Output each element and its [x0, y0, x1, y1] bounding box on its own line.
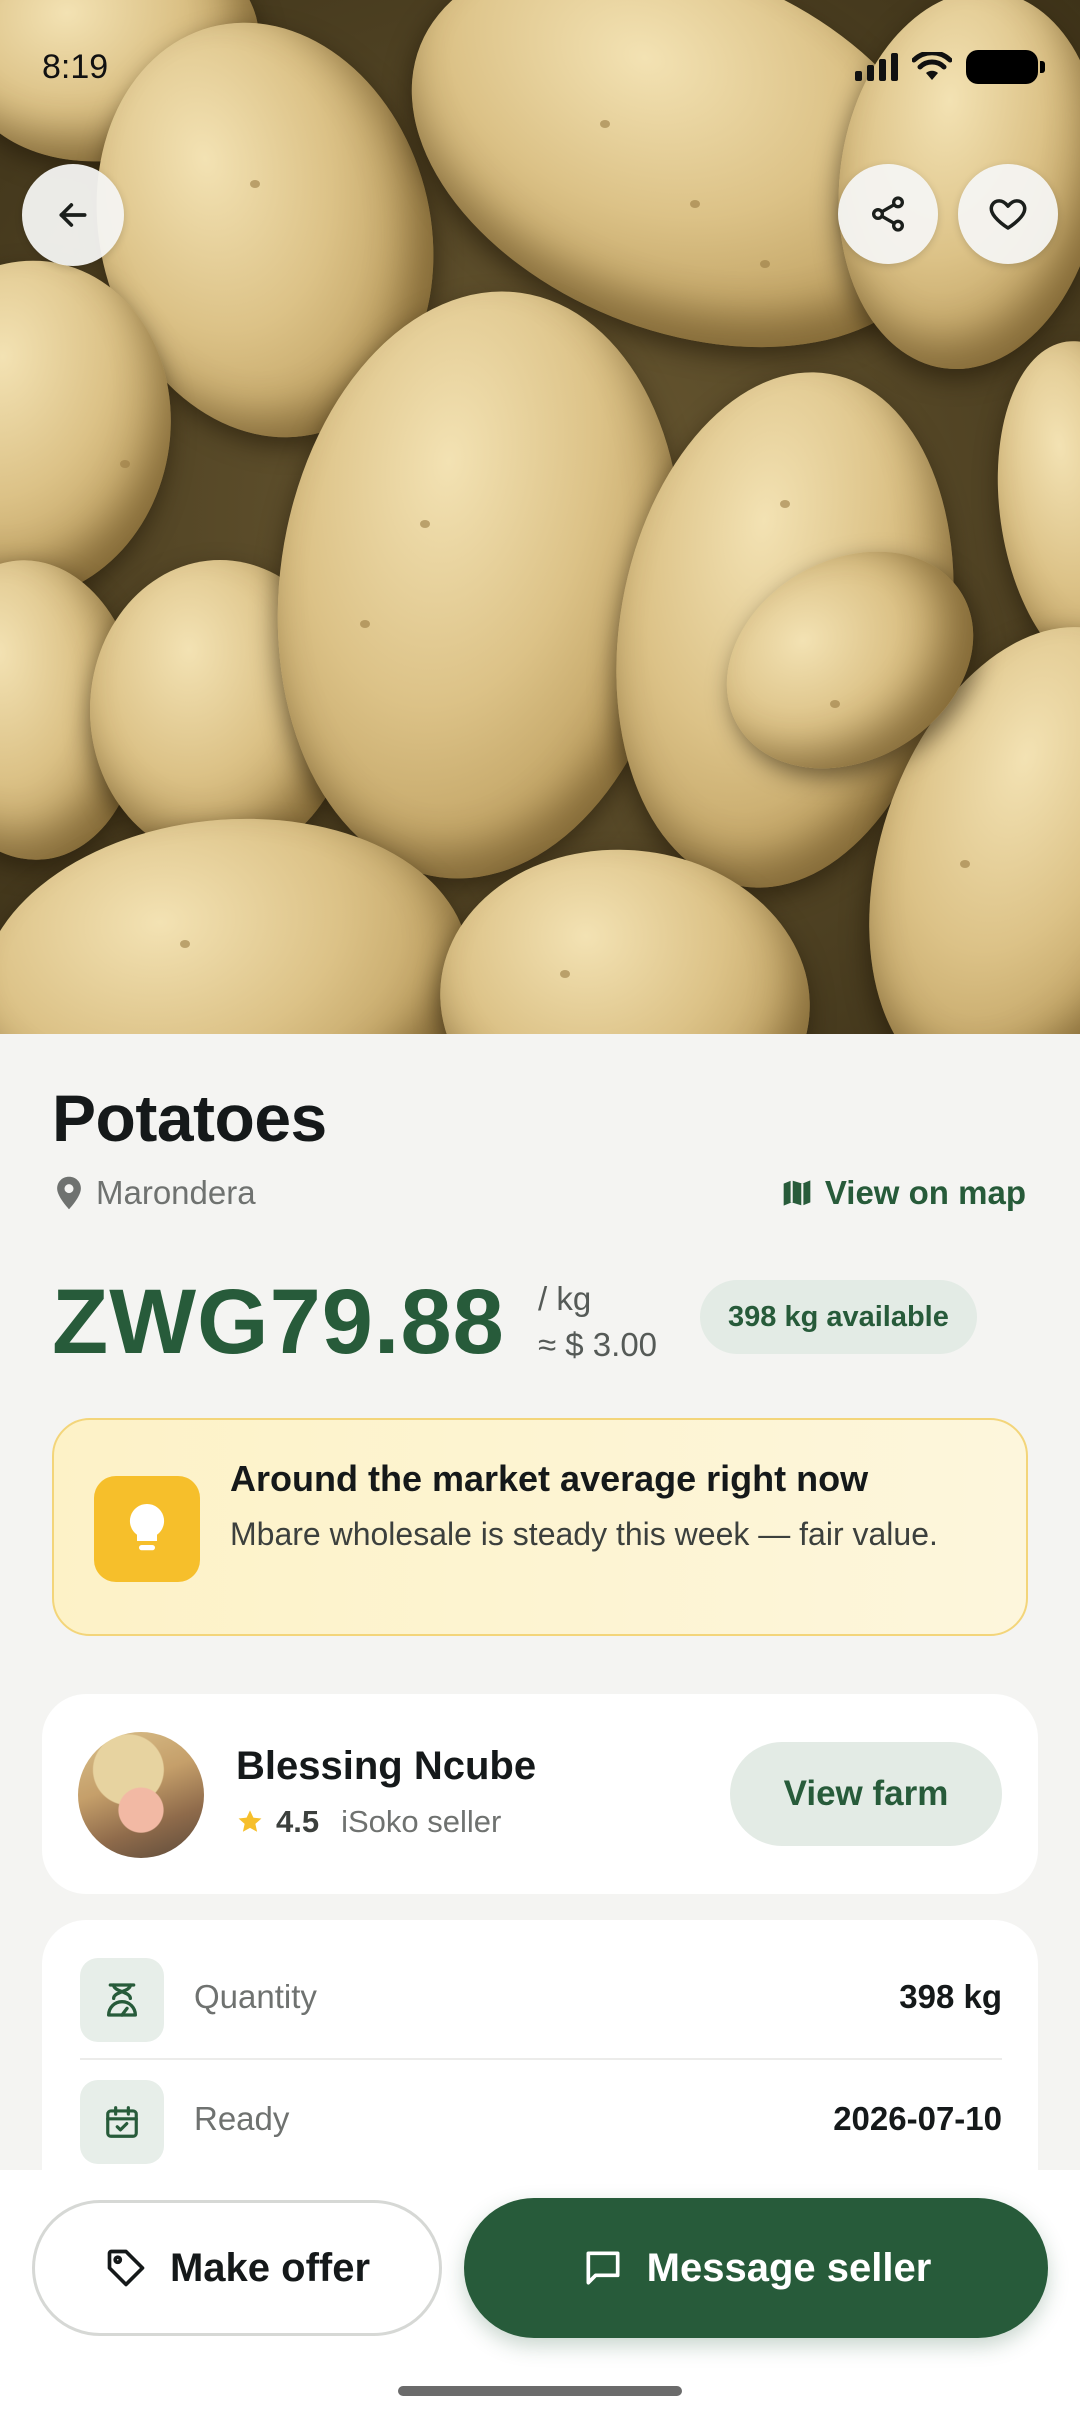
message-seller-button[interactable]: Message seller	[464, 2198, 1048, 2338]
status-icons	[855, 50, 1045, 84]
wifi-icon	[912, 52, 952, 80]
detail-label: Quantity	[194, 1978, 317, 2015]
seller-avatar[interactable]	[78, 1732, 204, 1858]
lightbulb-icon	[129, 1503, 165, 1551]
seller-meta: 4.5 iSoko seller	[236, 1804, 501, 1840]
view-on-map-label: View on map	[824, 1174, 1026, 1211]
message-seller-label: Message seller	[646, 2245, 932, 2290]
back-button[interactable]	[22, 164, 124, 266]
product-hero-image	[0, 0, 1080, 1034]
make-offer-label: Make offer	[169, 2245, 371, 2290]
battery-icon	[966, 50, 1045, 84]
tag-icon	[107, 2249, 145, 2287]
price: ZWG79.88	[52, 1271, 505, 1373]
tip-body: Mbare wholesale is steady this week — fa…	[230, 1516, 938, 1552]
location-pin-icon	[57, 1176, 81, 1210]
divider	[80, 2058, 1002, 2060]
detail-value: 2026-07-10	[833, 2100, 1002, 2137]
status-time: 8:19	[42, 48, 109, 86]
detail-row-quantity: Quantity 398 kg	[42, 1940, 1038, 2060]
seller-card: Blessing Ncube 4.5 iSoko seller View far…	[42, 1694, 1038, 1894]
detail-value: 398 kg	[899, 1978, 1002, 2015]
detail-label: Ready	[194, 2100, 290, 2137]
seller-name: Blessing Ncube	[236, 1744, 537, 1788]
usd-equivalent: ≈ $ 3.00	[538, 1326, 658, 1363]
location-label: Marondera	[96, 1174, 256, 1211]
heart-icon	[989, 199, 1027, 230]
view-farm-button[interactable]: View farm	[730, 1742, 1002, 1846]
scale-icon	[107, 1983, 137, 2017]
make-offer-button[interactable]: Make offer	[32, 2200, 442, 2336]
availability-badge: 398 kg available	[700, 1280, 977, 1354]
seller-role: iSoko seller	[341, 1804, 502, 1839]
star-icon	[238, 1810, 262, 1832]
seller-rating: 4.5	[276, 1804, 320, 1839]
price-unit: / kg	[538, 1280, 592, 1317]
signal-icon	[855, 53, 898, 81]
tip-icon-tile	[94, 1476, 200, 1582]
product-title: Potatoes	[52, 1081, 327, 1155]
location: Marondera	[54, 1174, 256, 1212]
detail-row-ready: Ready 2026-07-10	[42, 2062, 1038, 2182]
home-indicator[interactable]	[398, 2386, 682, 2396]
calendar-icon-tile	[80, 2080, 164, 2164]
tip-title: Around the market average right now	[230, 1458, 869, 1499]
chat-icon	[586, 2251, 620, 2285]
details-card: Quantity 398 kg Ready 2026-07-10	[42, 1920, 1038, 2200]
share-button[interactable]	[838, 164, 938, 264]
market-tip-card: Around the market average right now Mbar…	[52, 1418, 1028, 1636]
arrow-left-icon	[59, 203, 87, 227]
price-unit-block: / kg ≈ $ 3.00	[538, 1276, 657, 1368]
view-on-map-link[interactable]: View on map	[781, 1174, 1026, 1212]
favorite-button[interactable]	[958, 164, 1058, 264]
map-icon	[783, 1180, 811, 1206]
calendar-check-icon	[106, 2106, 138, 2138]
share-icon	[872, 196, 904, 232]
scale-icon-tile	[80, 1958, 164, 2042]
